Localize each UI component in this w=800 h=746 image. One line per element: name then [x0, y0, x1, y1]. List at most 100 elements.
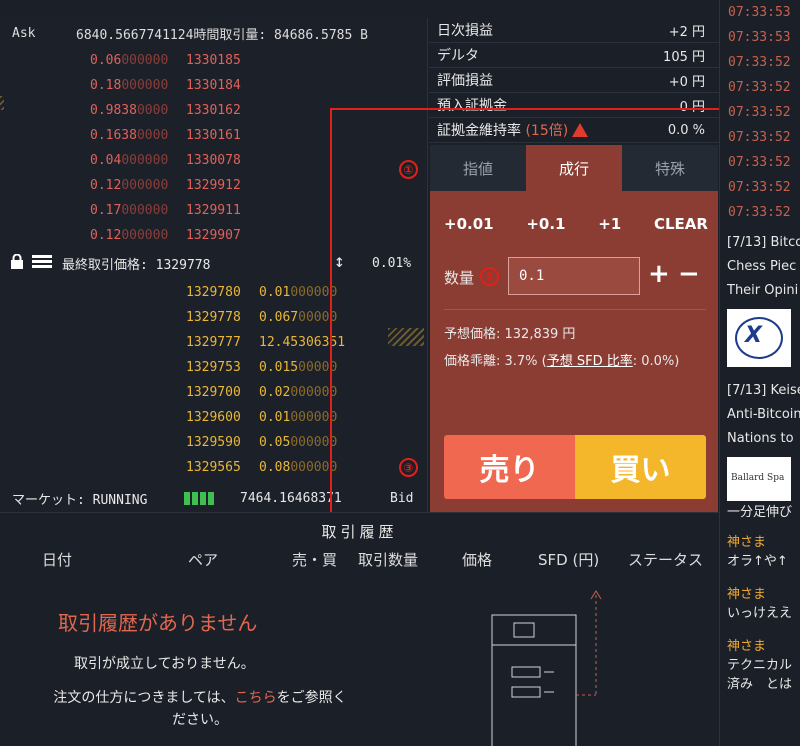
- feed-time: 07:33:52: [728, 80, 791, 95]
- bid-price: 1329600: [186, 410, 241, 425]
- ask-price: 1330184: [186, 78, 241, 93]
- bid-price: 1329780: [186, 285, 241, 300]
- stat-label: 日次損益: [437, 23, 493, 39]
- feed-time: 07:33:52: [728, 105, 791, 120]
- guide-link[interactable]: こちら: [235, 690, 277, 706]
- ask-price: 1330185: [186, 53, 241, 68]
- chat-user: 神さま: [727, 639, 767, 654]
- ask-price: 1329907: [186, 228, 241, 243]
- news-chat-feed: 07:33:53 07:33:53 07:33:52 07:33:52 07:33:52…: [719, 0, 800, 746]
- feed-time: 07:33:52: [728, 205, 791, 220]
- annotation-marker-2: ②: [480, 267, 499, 286]
- ask-price: 1330078: [186, 153, 241, 168]
- annotation-marker-3: ③: [399, 458, 418, 477]
- annotation-marker-1: ①: [399, 160, 418, 179]
- feed-time: 07:33:52: [728, 55, 791, 70]
- list-icon[interactable]: [32, 255, 52, 273]
- trading-app: Ask 6840.5667741124時間取引量: 84686.5785 B 0…: [0, 0, 800, 746]
- chat-list: 神さま オラ↑や↑ 神さま いっけええ 神さま テクニカル 済み とは: [720, 533, 800, 694]
- volume-text: 6840.5667741124時間取引量: 84686.5785 B: [76, 27, 368, 43]
- stat-label: 評価損益: [437, 73, 493, 89]
- col-status[interactable]: ステータス: [628, 549, 703, 570]
- chat-message: 神さまテクニカル済み とは: [720, 637, 800, 694]
- empty-illustration-icon: [491, 590, 602, 746]
- ask-size: 0.06000000: [90, 53, 169, 68]
- news-line: [7/13] Keise: [727, 383, 800, 398]
- col-side[interactable]: 売・買: [292, 549, 337, 570]
- bid-price: 1329777: [186, 335, 241, 350]
- status-indicator-icon: [184, 492, 214, 505]
- col-pair[interactable]: ペア: [188, 549, 218, 570]
- time-list: 07:33:53 07:33:53 07:33:52 07:33:52 07:33:52…: [720, 0, 800, 225]
- news-item[interactable]: [7/13] Bitco Chess Piec Their Opini: [720, 231, 800, 303]
- chat-text: テクニカル: [727, 658, 793, 673]
- ask-price: 1330162: [186, 103, 241, 118]
- ask-price: 1330161: [186, 128, 241, 143]
- feed-time: 07:33:52: [728, 130, 791, 145]
- stat-value: 105 円: [663, 49, 705, 65]
- bid-price: 1329590: [186, 435, 241, 450]
- ask-size: 0.12000000: [90, 228, 169, 243]
- last-trade-price: 最終取引価格: 1329778: [62, 257, 211, 273]
- trade-history: 取引履歴 日付 ペア 売・買 取引数量 価格 SFD (円) ステータス 取引履…: [0, 512, 719, 746]
- guide-line2: ださい。: [172, 712, 228, 728]
- feed-time: 07:33:53: [728, 5, 791, 20]
- stat-label: デルタ: [437, 48, 479, 64]
- chat-text: いっけええ: [727, 606, 793, 621]
- col-amount[interactable]: 取引数量: [358, 549, 418, 570]
- market-value: 7464.16468371: [240, 490, 342, 506]
- feed-time: 07:33:52: [728, 155, 791, 170]
- bid-price: 1329778: [186, 310, 241, 325]
- col-price[interactable]: 価格: [462, 549, 492, 570]
- stat-row: 評価損益 +0 円: [429, 68, 719, 93]
- chat-message: 神さま いっけええ: [720, 585, 800, 623]
- news-thumbnail[interactable]: Ballard Spa: [727, 457, 791, 501]
- ask-size: 0.98380000: [90, 103, 169, 118]
- ask-row[interactable]: 0.06000000 1330185: [0, 48, 428, 73]
- chat-user: 神さま: [727, 535, 767, 550]
- stat-row: デルタ 105 円: [429, 43, 719, 68]
- guide-suffix: をご参照く: [276, 690, 347, 706]
- news-line: Chess Piec: [727, 259, 797, 274]
- news-thumbnail[interactable]: X: [727, 309, 791, 367]
- ask-size: 0.18000000: [90, 78, 169, 93]
- chat-message: 神さまオラ↑や↑: [720, 533, 800, 571]
- ask-size: 0.16380000: [90, 128, 169, 143]
- news-line: Nations to: [727, 431, 794, 446]
- depth-bar: [0, 96, 4, 110]
- news-line: Their Opini: [727, 283, 799, 298]
- ask-row[interactable]: 0.18000000 1330184: [0, 73, 428, 98]
- stat-value: +2 円: [668, 24, 705, 40]
- lock-icon[interactable]: [10, 253, 24, 273]
- news-line: [7/13] Bitco: [727, 235, 800, 250]
- ask-label: Ask: [12, 25, 36, 41]
- chat-text: 済み とは: [727, 677, 793, 692]
- guide-text: 注文の仕方につきましては、こちらをご参照く ださい。: [10, 687, 390, 731]
- order-book-header: Ask 6840.5667741124時間取引量: 84686.5785 B: [0, 18, 428, 48]
- bid-price: 1329565: [186, 460, 241, 475]
- guide-prefix: 注文の仕方につきましては、: [53, 690, 235, 706]
- top-bar: [430, 0, 718, 18]
- bid-price: 1329753: [186, 360, 241, 375]
- stat-value: +0 円: [668, 74, 705, 90]
- empty-history-message: 取引が成立しておりません。: [74, 656, 255, 672]
- stat-row: 日次損益 +2 円: [429, 18, 719, 43]
- ask-price: 1329911: [186, 203, 241, 218]
- col-date[interactable]: 日付: [42, 549, 72, 570]
- news-tail: 一分足伸び: [727, 505, 793, 520]
- ask-price: 1329912: [186, 178, 241, 193]
- chat-text: オラ↑や↑: [727, 554, 788, 569]
- ask-size: 0.17000000: [90, 203, 169, 218]
- ask-size: 0.12000000: [90, 178, 169, 193]
- news-item[interactable]: [7/13] Keise Anti-Bitcoin Nations to: [720, 379, 800, 451]
- ask-size: 0.04000000: [90, 153, 169, 168]
- news-line: Anti-Bitcoin: [727, 407, 800, 422]
- annotation-highlight: [330, 108, 727, 518]
- col-sfd[interactable]: SFD (円): [538, 549, 599, 570]
- bid-price: 1329700: [186, 385, 241, 400]
- market-status: マーケット: RUNNING: [12, 492, 148, 508]
- feed-time: 07:33:52: [728, 180, 791, 195]
- feed-time: 07:33:53: [728, 30, 791, 45]
- empty-history-title: 取引履歴がありません: [58, 611, 258, 635]
- chat-user: 神さま: [727, 587, 767, 602]
